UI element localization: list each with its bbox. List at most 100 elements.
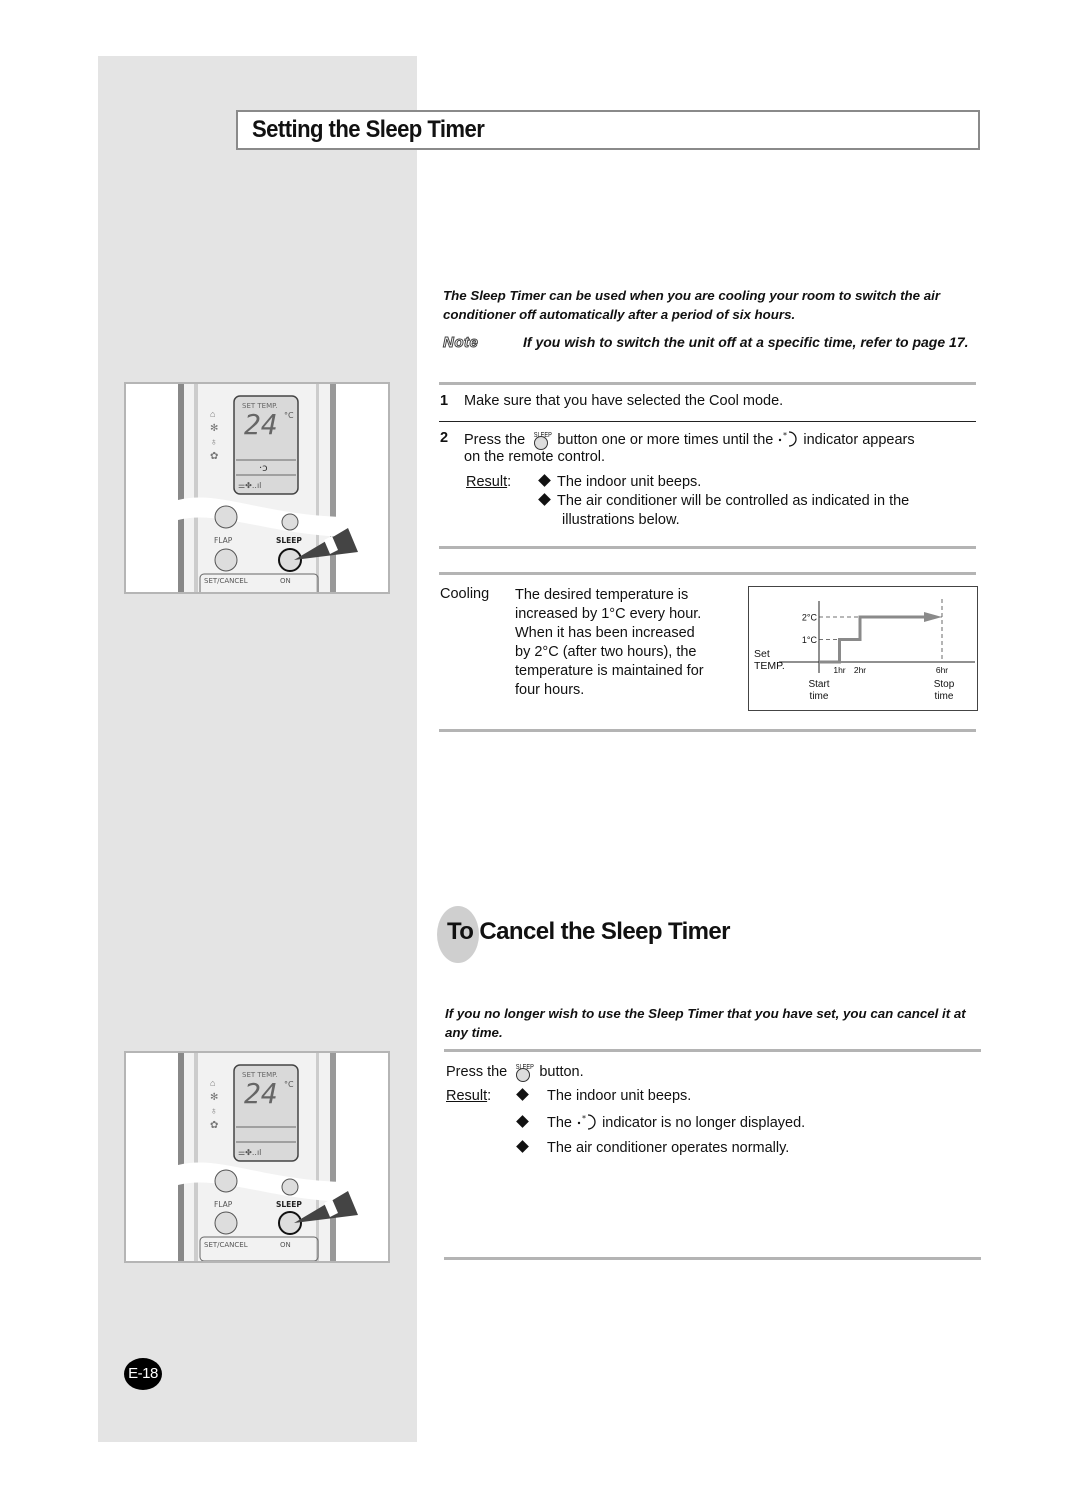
result-bullet-continuation: illustrations below.	[562, 512, 680, 528]
desc-line: When it has been increased	[515, 625, 695, 641]
x-tick-label: 1hr	[833, 665, 845, 675]
stop-annotation: Stop	[934, 679, 955, 690]
svg-text:⌂: ⌂	[210, 1078, 215, 1088]
series-arrowhead	[924, 612, 942, 622]
divider	[439, 546, 976, 549]
svg-text:✻: ✻	[210, 423, 218, 434]
diamond-bullet-icon	[516, 1140, 529, 1153]
button-circle	[516, 1068, 531, 1082]
svg-text:°C: °C	[284, 411, 294, 420]
start-annotation: time	[810, 691, 829, 702]
sleep-button-icon: SLEEP	[514, 1061, 534, 1082]
text-fragment: Press the	[464, 432, 526, 448]
result-label-text: Result	[466, 474, 508, 490]
svg-text:24: 24	[244, 408, 278, 441]
x-tick-label: 6hr	[936, 665, 948, 675]
svg-text:*: *	[783, 431, 787, 440]
sleep-moon-icon: *	[577, 1114, 596, 1130]
svg-text:FLAP: FLAP	[214, 1200, 233, 1209]
divider	[439, 421, 976, 422]
chart-svg: 1°C2°C1hr 2hr 6hrSetTEMP.StarttimeStoptime	[754, 599, 975, 702]
cancel-result-label: Result:	[446, 1088, 492, 1104]
svg-text:⚌✤..ıl: ⚌✤..ıl	[238, 1148, 261, 1157]
step-text: Make sure that you have selected the Coo…	[464, 393, 784, 409]
diamond-bullet-icon	[516, 1115, 529, 1128]
desc-line: increased by 1°C every hour.	[515, 606, 702, 622]
start-annotation: Start	[808, 679, 829, 690]
cooling-label: Cooling	[440, 586, 490, 602]
bullet-text: The	[547, 1115, 572, 1131]
bullet-text: The indoor unit beeps.	[547, 1088, 692, 1104]
svg-text:⚌✤..ıl: ⚌✤..ıl	[238, 481, 261, 490]
result-bullet: The indoor unit beeps.	[538, 473, 702, 492]
x-tick-label: 2hr	[854, 665, 866, 675]
intro-text: The Sleep Timer can be used when you are…	[443, 288, 941, 322]
note-text: If you wish to switch the unit off at a …	[523, 334, 969, 350]
cooling-description: The desired temperature is increased by …	[515, 586, 735, 700]
section-title-box: Setting the Sleep Timer	[236, 110, 980, 150]
svg-text:⌂: ⌂	[210, 409, 215, 419]
desc-line: temperature is maintained for	[515, 663, 704, 679]
divider	[439, 729, 976, 732]
svg-text:♁: ♁	[210, 1106, 218, 1117]
result-label-text: Result	[446, 1088, 488, 1104]
bullet-text: The air conditioner operates normally.	[547, 1140, 790, 1156]
diamond-bullet-icon	[516, 1088, 529, 1101]
y-tick-label: 2°C	[802, 613, 818, 623]
cancel-result-bullet: The air conditioner operates normally.	[516, 1139, 790, 1158]
cancel-heading: To Cancel the Sleep Timer	[447, 918, 730, 946]
remote-illustration-sleep-off: SET TEMP. 24 °C ⚌✤..ıl ⌂ ✻ ♁ ✿ FLAP SLEE…	[124, 1051, 390, 1263]
sleep-button-icon: SLEEP	[532, 429, 552, 450]
svg-text:✿: ✿	[210, 451, 218, 462]
svg-text:SLEEP: SLEEP	[276, 536, 302, 545]
sleep-timer-chart: 1°C 2°C 1hr 2hr 6hr Set TEMP. Start time Stop time	[748, 586, 978, 711]
page-number-badge: E-18	[124, 1358, 162, 1390]
divider	[439, 382, 976, 385]
cancel-intro-text: If you no longer wish to use the Sleep T…	[445, 1006, 966, 1040]
step-number: 2	[440, 430, 449, 446]
text-fragment: button.	[539, 1064, 584, 1080]
divider	[444, 1049, 981, 1052]
desc-line: The desired temperature is	[515, 587, 689, 603]
svg-text:♁: ♁	[210, 437, 218, 448]
cancel-press-instruction: Press the SLEEP button.	[446, 1061, 584, 1082]
y-axis-label-set: Set	[754, 648, 770, 660]
cancel-heading-prefix: To	[447, 918, 474, 945]
svg-text:SET/CANCEL: SET/CANCEL	[204, 577, 248, 585]
bullet-text: indicator is no longer displayed.	[602, 1115, 806, 1131]
bullet-text: The indoor unit beeps.	[557, 474, 702, 490]
svg-text:24: 24	[244, 1077, 278, 1110]
svg-text:°C: °C	[284, 1080, 294, 1089]
remote-control-image: SET TEMP. 24 °C ·ↄ ⚌✤..ıl ⌂ ✻ ♁ ✿ FLAP S…	[178, 384, 388, 592]
svg-text:SET/CANCEL: SET/CANCEL	[204, 1241, 248, 1249]
text-fragment: Press the	[446, 1064, 508, 1080]
step-text-line2: on the remote control.	[464, 449, 606, 465]
result-bullet: The air conditioner will be controlled a…	[538, 492, 910, 511]
svg-text:✻: ✻	[210, 1092, 218, 1103]
step-text: Press the SLEEP button one or more times…	[464, 429, 915, 450]
desc-line: by 2°C (after two hours), the	[515, 644, 697, 660]
divider	[444, 1257, 981, 1260]
svg-text:ON: ON	[280, 577, 291, 585]
stop-annotation: time	[935, 691, 954, 702]
note-label: Note	[442, 334, 479, 352]
cancel-result-bullet: The * indicator is no longer displayed.	[516, 1113, 806, 1133]
bullet-text: The air conditioner will be controlled a…	[557, 493, 910, 509]
sleep-moon-icon: *	[779, 431, 798, 447]
desc-line: four hours.	[515, 682, 585, 698]
step-number: 1	[440, 393, 449, 409]
text-fragment: button one or more times until the	[557, 432, 774, 448]
remote-illustration-sleep-on: SET TEMP. 24 °C ·ↄ ⚌✤..ıl ⌂ ✻ ♁ ✿ FLAP S…	[124, 382, 390, 594]
text-fragment: indicator appears	[803, 432, 915, 448]
svg-text:SLEEP: SLEEP	[276, 1200, 302, 1209]
svg-text:*: *	[582, 1114, 586, 1123]
cancel-heading-text: Cancel the Sleep Timer	[479, 918, 730, 945]
diamond-bullet-icon	[538, 493, 551, 506]
y-tick-label: 1°C	[802, 635, 818, 645]
diamond-bullet-icon	[538, 474, 551, 487]
page-title: Setting the Sleep Timer	[252, 116, 485, 143]
svg-text:FLAP: FLAP	[214, 536, 233, 545]
cancel-result-bullet: The indoor unit beeps.	[516, 1087, 692, 1106]
divider	[439, 572, 976, 575]
result-label: Result:	[466, 474, 512, 490]
